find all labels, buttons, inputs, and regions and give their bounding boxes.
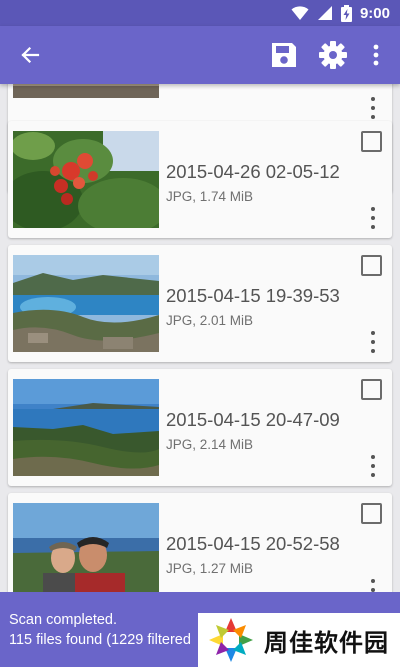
file-list[interactable]: 2015-04-26 02-05-12 JPG, 1.74 MiB 2015-0… [0, 84, 400, 592]
thumbnail [13, 379, 159, 476]
wifi-icon [291, 6, 309, 20]
thumbnail-partial [13, 84, 159, 98]
file-date: 2015-04-15 20-47-09 [166, 409, 340, 430]
clock: 9:00 [359, 4, 390, 22]
thumbnail [13, 503, 159, 592]
status-bar: 9:00 [0, 0, 400, 26]
file-date: 2015-04-15 20-52-58 [166, 533, 340, 554]
select-checkbox[interactable] [361, 255, 382, 276]
file-meta: JPG, 2.14 MiB [166, 437, 254, 452]
file-meta: JPG, 1.74 MiB [166, 189, 254, 204]
file-info: 2015-04-15 20-52-58 JPG, 1.27 MiB [166, 533, 340, 576]
back-arrow-icon [21, 46, 40, 64]
files-found-line: 115 files found (1229 filtered [9, 632, 191, 648]
item-menu-button[interactable] [368, 455, 378, 477]
select-checkbox[interactable] [361, 503, 382, 524]
list-item[interactable]: 2015-04-15 19-39-53 JPG, 2.01 MiB [8, 245, 392, 362]
watermark-logo-icon [209, 618, 253, 662]
list-item[interactable]: 2015-04-15 20-47-09 JPG, 2.14 MiB [8, 369, 392, 486]
item-menu-button[interactable] [368, 97, 378, 119]
file-info: 2015-04-15 19-39-53 JPG, 2.01 MiB [166, 285, 340, 328]
back-button[interactable] [8, 26, 52, 84]
file-info: 2015-04-26 02-05-12 JPG, 1.74 MiB [166, 161, 340, 204]
list-item[interactable]: 2015-04-15 20-52-58 JPG, 1.27 MiB [8, 493, 392, 592]
status-icons: 9:00 [291, 4, 390, 22]
thumbnail-bay-landscape [13, 255, 159, 352]
file-meta: JPG, 2.01 MiB [166, 313, 254, 328]
thumbnail-coast-view [13, 379, 159, 476]
signal-icon [317, 6, 332, 20]
gear-icon [319, 41, 347, 69]
file-date: 2015-04-26 02-05-12 [166, 161, 340, 182]
battery-charging-icon [340, 4, 352, 22]
file-info: 2015-04-15 20-47-09 JPG, 2.14 MiB [166, 409, 340, 452]
thumbnail-red-flowers [13, 131, 159, 228]
save-icon [272, 43, 296, 67]
item-menu-button[interactable] [368, 331, 378, 353]
file-date: 2015-04-15 19-39-53 [166, 285, 340, 306]
thumbnail-selfie [13, 503, 159, 592]
app-toolbar [0, 26, 400, 84]
thumbnail [13, 255, 159, 352]
scan-status-line: Scan completed. [9, 612, 118, 628]
select-checkbox[interactable] [361, 379, 382, 400]
select-checkbox[interactable] [361, 131, 382, 152]
more-vert-icon [373, 44, 379, 66]
watermark: 周佳软件园 [198, 613, 400, 667]
list-item[interactable]: 2015-04-26 02-05-12 JPG, 1.74 MiB [8, 121, 392, 238]
thumbnail [13, 84, 159, 98]
save-button[interactable] [262, 26, 306, 84]
item-menu-button[interactable] [368, 579, 378, 592]
app-screen: 9:00 2015-04-26 02-05-12 JPG, 1.74 MiB 2… [0, 0, 400, 667]
file-meta: JPG, 1.27 MiB [166, 561, 254, 576]
item-menu-button[interactable] [368, 207, 378, 229]
thumbnail [13, 131, 159, 228]
more-options-button[interactable] [358, 26, 394, 84]
watermark-text: 周佳软件园 [264, 628, 389, 657]
settings-button[interactable] [311, 26, 355, 84]
